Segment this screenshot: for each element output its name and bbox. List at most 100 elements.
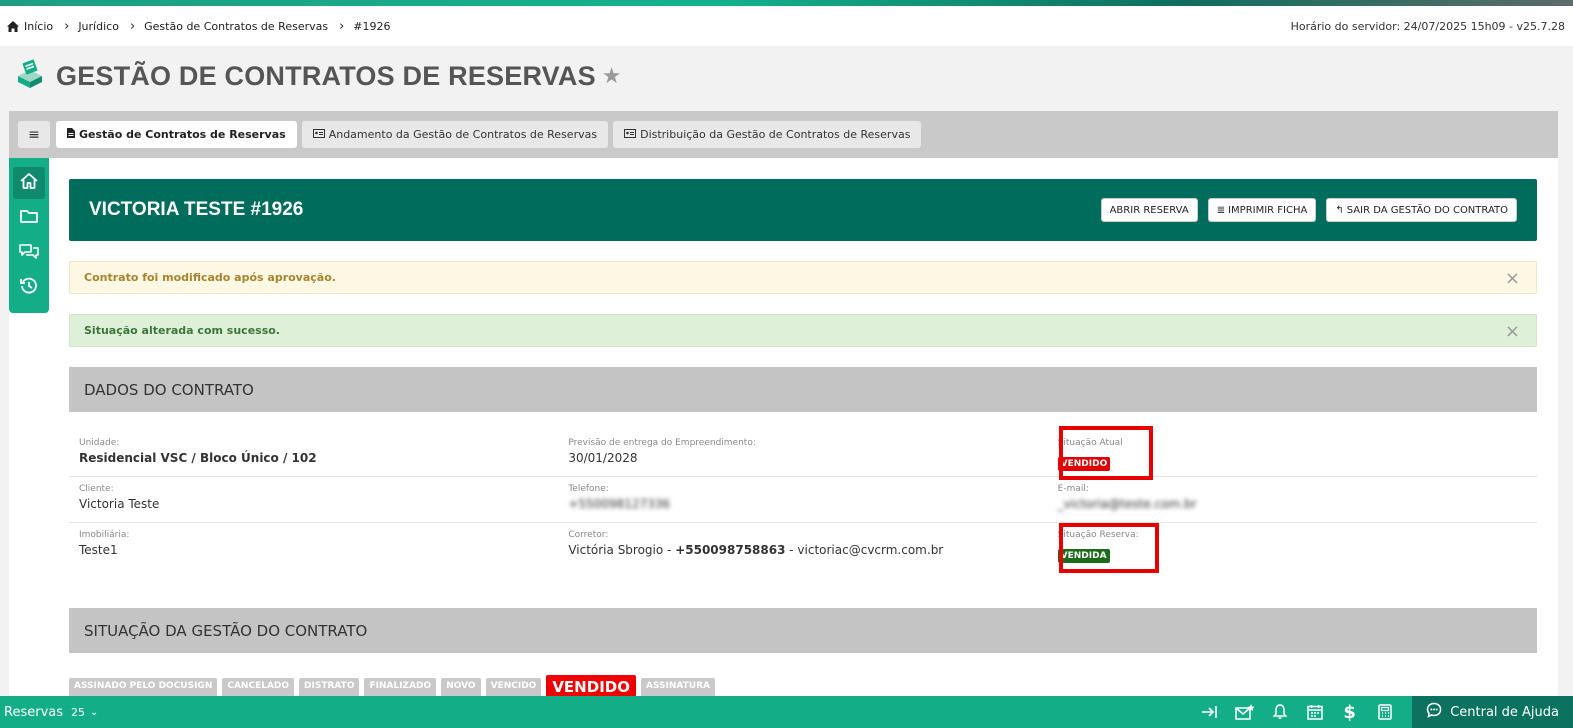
menu-toggle-button[interactable]: ≡ [18, 121, 50, 148]
status-steps: ASSINADO PELO DOCUSIGN CANCELADO DISTRAT… [69, 675, 720, 696]
home-icon[interactable] [6, 20, 20, 33]
tab-distribuicao[interactable]: Distribuição da Gestão de Contratos de R… [613, 121, 922, 148]
page-title-text: GESTÃO DE CONTRATOS DE RESERVAS [56, 60, 596, 91]
field-cliente: Cliente: Victoria Teste [69, 477, 558, 522]
broker-email[interactable]: victoriac@cvcrm.com.br [797, 543, 943, 557]
id-card-icon [624, 128, 637, 141]
contract-header: VICTORIA TESTE #1926 ABRIR RESERVA ≣ IMP… [69, 179, 1537, 241]
contract-data-section-title: DADOS DO CONTRATO [69, 367, 1537, 412]
top-bar: Início › Jurídico › Gestão de Contratos … [0, 6, 1573, 46]
status-step[interactable]: VENCIDO [485, 678, 542, 696]
breadcrumb-item-home[interactable]: Início [24, 20, 53, 33]
status-step[interactable]: ASSINATURA [640, 678, 715, 696]
folder-icon [19, 206, 39, 230]
status-step[interactable]: ASSINADO PELO DOCUSIGN [69, 678, 218, 696]
field-value: Victória Sbrogio - +550098758863 - victo… [568, 543, 1047, 557]
status-step[interactable]: NOVO [441, 678, 481, 696]
tab-label: Distribuição da Gestão de Contratos de R… [640, 128, 911, 141]
chevron-right-icon: › [339, 18, 345, 34]
field-email: E-mail: _victoria@teste.com.br [1048, 477, 1537, 522]
field-value: Victoria Teste [79, 497, 160, 511]
print-form-button[interactable]: ≣ IMPRIMIR FICHA [1207, 198, 1317, 222]
sidebar-item-history[interactable] [13, 272, 45, 304]
success-alert-text: Situação alterada com sucesso. [84, 324, 280, 337]
mail-star-icon[interactable] [1227, 704, 1262, 720]
home-icon [19, 171, 39, 195]
status-step[interactable]: CANCELADO [222, 678, 295, 696]
calendar-icon[interactable] [1297, 704, 1332, 720]
side-nav [9, 158, 49, 313]
reservations-counter[interactable]: Reservas 25 ⌄ [0, 705, 98, 720]
tab-label: Andamento da Gestão de Contratos de Rese… [328, 128, 598, 141]
field-corretor: Corretor: Victória Sbrogio - +5500987588… [558, 523, 1047, 569]
collapse-right-icon[interactable] [1192, 705, 1227, 719]
contracts-logo-icon [14, 58, 46, 94]
sidebar-item-home[interactable] [13, 167, 45, 199]
list-icon: ≣ [1216, 204, 1226, 216]
star-icon[interactable]: ★ [602, 64, 622, 89]
separator: - [663, 543, 676, 557]
broker-name: Victória Sbrogio [568, 543, 664, 557]
reservations-label: Reservas [4, 704, 63, 720]
chat-icon [18, 241, 40, 265]
print-form-label: IMPRIMIR FICHA [1228, 204, 1308, 216]
tab-gestao-contratos[interactable]: Gestão de Contratos de Reservas [56, 121, 297, 148]
field-value: Teste1 [79, 543, 118, 557]
tab-andamento[interactable]: Andamento da Gestão de Contratos de Rese… [301, 121, 609, 148]
highlight-box-situacao-reserva [1059, 523, 1159, 573]
contract-row: Imobiliária: Teste1 Corretor: Victória S… [69, 523, 1537, 569]
field-label: Previsão de entrega do Empreendimento: [568, 438, 756, 448]
hamburger-icon: ≡ [28, 126, 40, 143]
field-label: Cliente: [79, 484, 114, 494]
tab-bar: ≡ Gestão de Contratos de Reservas Andame… [9, 111, 1558, 158]
close-icon[interactable]: × [1505, 321, 1520, 342]
sidebar-item-messages[interactable] [13, 237, 45, 269]
field-telefone: Telefone: +550098127336 [558, 477, 1047, 522]
exit-contract-management-button[interactable]: ↰ SAIR DA GESTÃO DO CONTRATO [1326, 198, 1517, 222]
reply-arrow-icon: ↰ [1335, 204, 1344, 216]
open-reservation-label: ABRIR RESERVA [1109, 204, 1189, 216]
status-step[interactable]: FINALIZADO [364, 678, 437, 696]
chat-bubble-icon [1426, 702, 1442, 722]
chevron-down-icon: ⌄ [90, 706, 99, 718]
contract-row: Unidade: Residencial VSC / Bloco Único /… [69, 431, 1537, 477]
chevron-right-icon: › [64, 18, 70, 34]
success-alert: Situação alterada com sucesso. × [69, 314, 1537, 347]
tab-label: Gestão de Contratos de Reservas [79, 128, 286, 141]
history-icon [19, 276, 39, 300]
calculator-icon[interactable] [1367, 704, 1402, 720]
open-reservation-button[interactable]: ABRIR RESERVA [1100, 198, 1198, 222]
broker-phone: +550098758863 [675, 543, 786, 557]
help-center-button[interactable]: Central de Ajuda [1412, 696, 1573, 728]
status-step-current[interactable]: VENDIDO [546, 675, 636, 696]
breadcrumb-item-current: #1926 [353, 19, 391, 33]
dollar-glyph: $ [1343, 701, 1356, 723]
warning-alert: Contrato foi modificado após aprovação. … [69, 261, 1537, 294]
field-label: Telefone: [568, 484, 609, 494]
field-label: Corretor: [568, 530, 609, 540]
field-label: Imobiliária: [79, 530, 130, 540]
breadcrumb-item-juridico[interactable]: Jurídico [78, 20, 119, 33]
bell-icon[interactable] [1262, 704, 1297, 720]
close-icon[interactable]: × [1505, 268, 1520, 289]
bottom-bar: Reservas 25 ⌄ $ Central de Ajuda [0, 696, 1573, 728]
field-label: Unidade: [79, 438, 120, 448]
page-title: GESTÃO DE CONTRATOS DE RESERVAS ★ [14, 58, 622, 94]
field-imobiliaria: Imobiliária: Teste1 [69, 523, 558, 569]
chevron-right-icon: › [129, 18, 136, 34]
warning-alert-text: Contrato foi modificado após aprovação. [84, 271, 336, 284]
help-center-label: Central de Ajuda [1450, 704, 1559, 720]
highlight-box-situacao-atual [1059, 426, 1153, 480]
reservations-count: 25 [71, 705, 85, 719]
field-value-blurred: _victoria@teste.com.br [1057, 497, 1197, 511]
field-label: E-mail: [1057, 484, 1089, 494]
contract-title: VICTORIA TESTE #1926 [89, 199, 304, 220]
dollar-icon[interactable]: $ [1332, 702, 1367, 723]
field-unidade: Unidade: Residencial VSC / Bloco Único /… [69, 431, 558, 476]
field-value: 30/01/2028 [568, 451, 638, 465]
status-step[interactable]: DISTRATO [299, 678, 360, 696]
field-previsao-entrega: Previsão de entrega do Empreendimento: 3… [558, 431, 1047, 476]
separator: - [785, 543, 798, 557]
sidebar-item-files[interactable] [13, 202, 45, 234]
breadcrumb-item-gestao[interactable]: Gestão de Contratos de Reservas [144, 20, 328, 33]
